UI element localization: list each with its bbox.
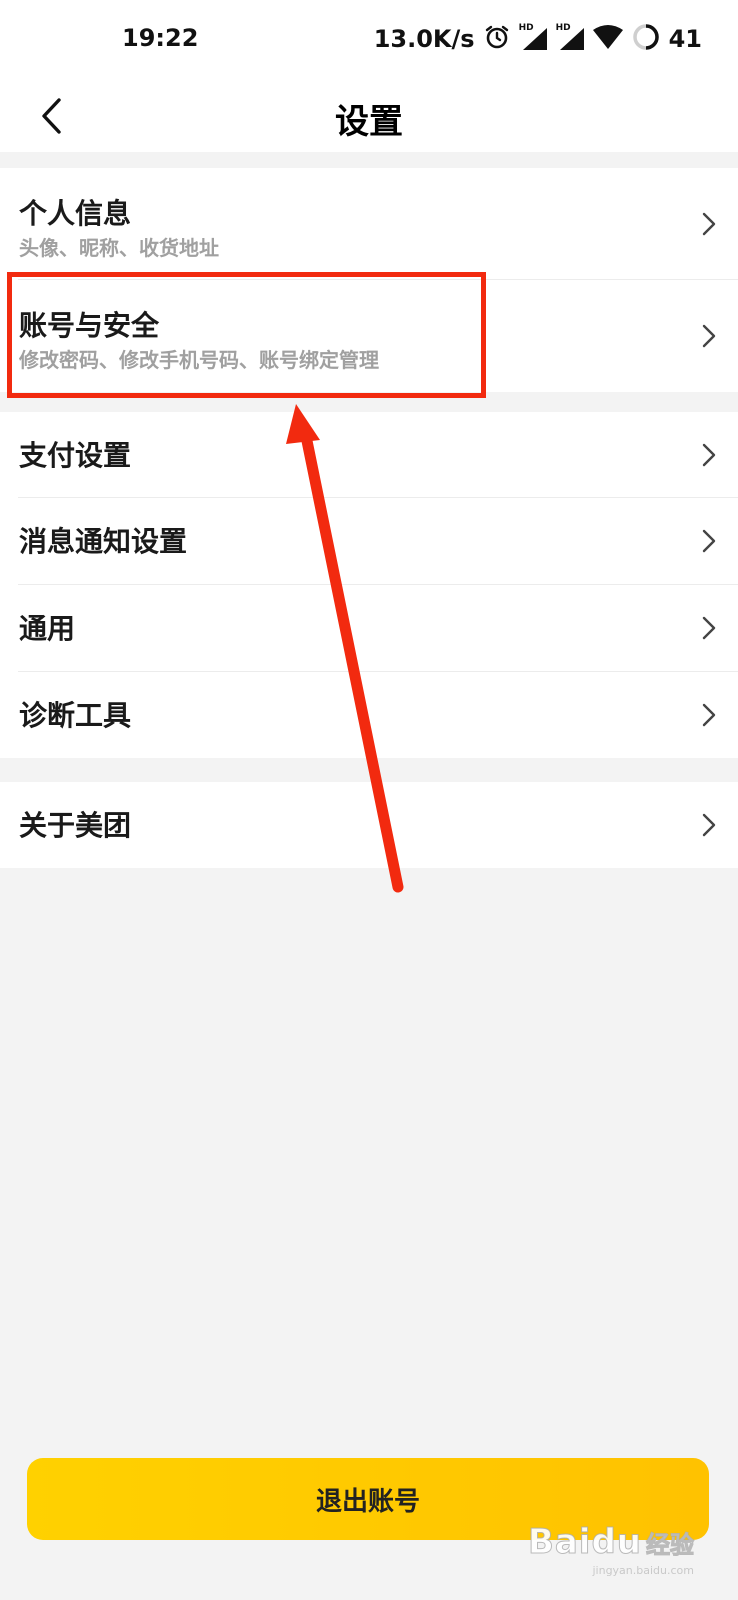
watermark-logo: Baidu	[527, 1522, 642, 1563]
logout-label: 退出账号	[315, 1486, 420, 1517]
watermark-url: jingyan.baidu.com	[592, 1564, 694, 1577]
watermark: Baidu 经验 jingyan.baidu.com	[527, 1522, 695, 1578]
annotation-arrow	[286, 404, 404, 893]
watermark-text: 经验	[646, 1531, 695, 1560]
